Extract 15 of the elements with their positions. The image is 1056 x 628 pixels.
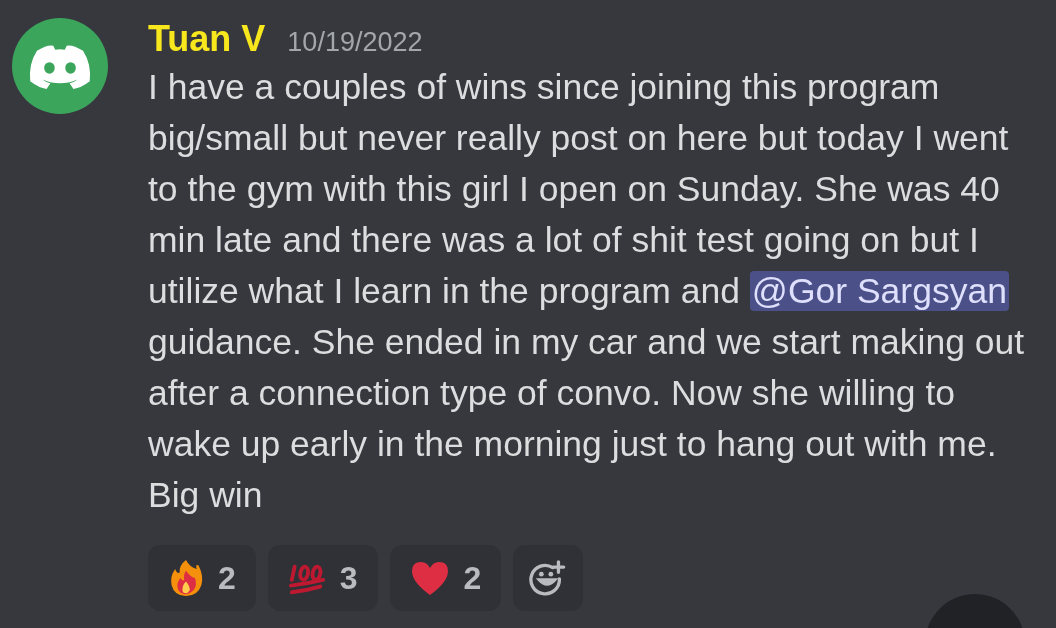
add-reaction-button[interactable]: [513, 545, 584, 611]
reaction-button[interactable]: 3: [267, 545, 378, 611]
reaction-count: 3: [339, 559, 358, 597]
heart-icon: [409, 560, 450, 596]
add-reaction-icon: [529, 559, 568, 597]
user-mention-link[interactable]: @Gor Sargsyan: [749, 271, 1009, 311]
message-text: I have a couples of wins since joining this program big/small but never really post on here but today I went to the gym with this girl I open on Sunday. She was 40 min late and there was a lot of shit test going on but I utilize what I learn in the program and @Gor Sargsyan guidance. She ended in my car and we start making out after a connection type of convo. Now she willing to wake up early in the morning just to hang out with me. Big win: [148, 66, 1026, 517]
reaction-count: 2: [463, 559, 482, 597]
reaction-count: 2: [218, 559, 236, 597]
timestamp: 10/19/2022: [287, 27, 423, 58]
avatar-icon[interactable]: [12, 18, 108, 114]
reaction-button[interactable]: 2: [389, 545, 502, 611]
flame-icon: [168, 558, 204, 598]
author-name[interactable]: Tuan V: [148, 18, 266, 60]
reaction-button[interactable]: 2: [148, 545, 256, 611]
